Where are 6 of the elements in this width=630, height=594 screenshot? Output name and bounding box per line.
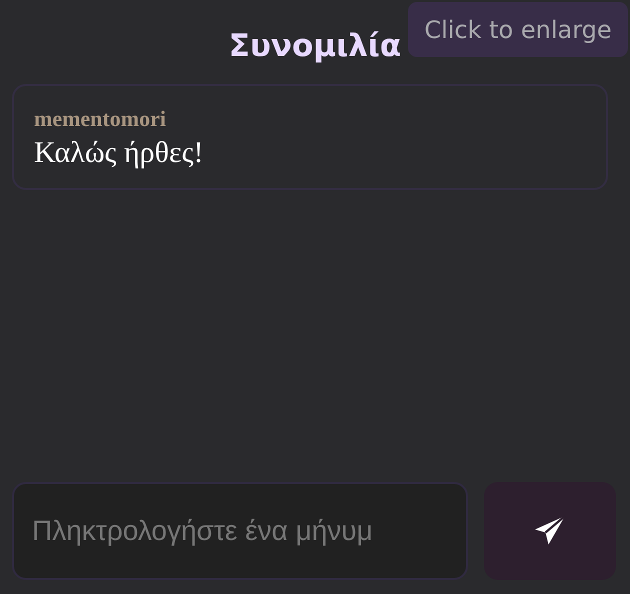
message-input[interactable]: Πληκτρολογήστε ένα μήνυμ: [12, 482, 468, 580]
chat-title: Συνομιλία: [228, 27, 402, 66]
tooltip: Click to enlarge: [408, 2, 628, 57]
message-text: Καλώς ήρθες!: [34, 136, 204, 170]
send-button[interactable]: [484, 482, 616, 580]
message-author: mementomori: [34, 106, 166, 132]
